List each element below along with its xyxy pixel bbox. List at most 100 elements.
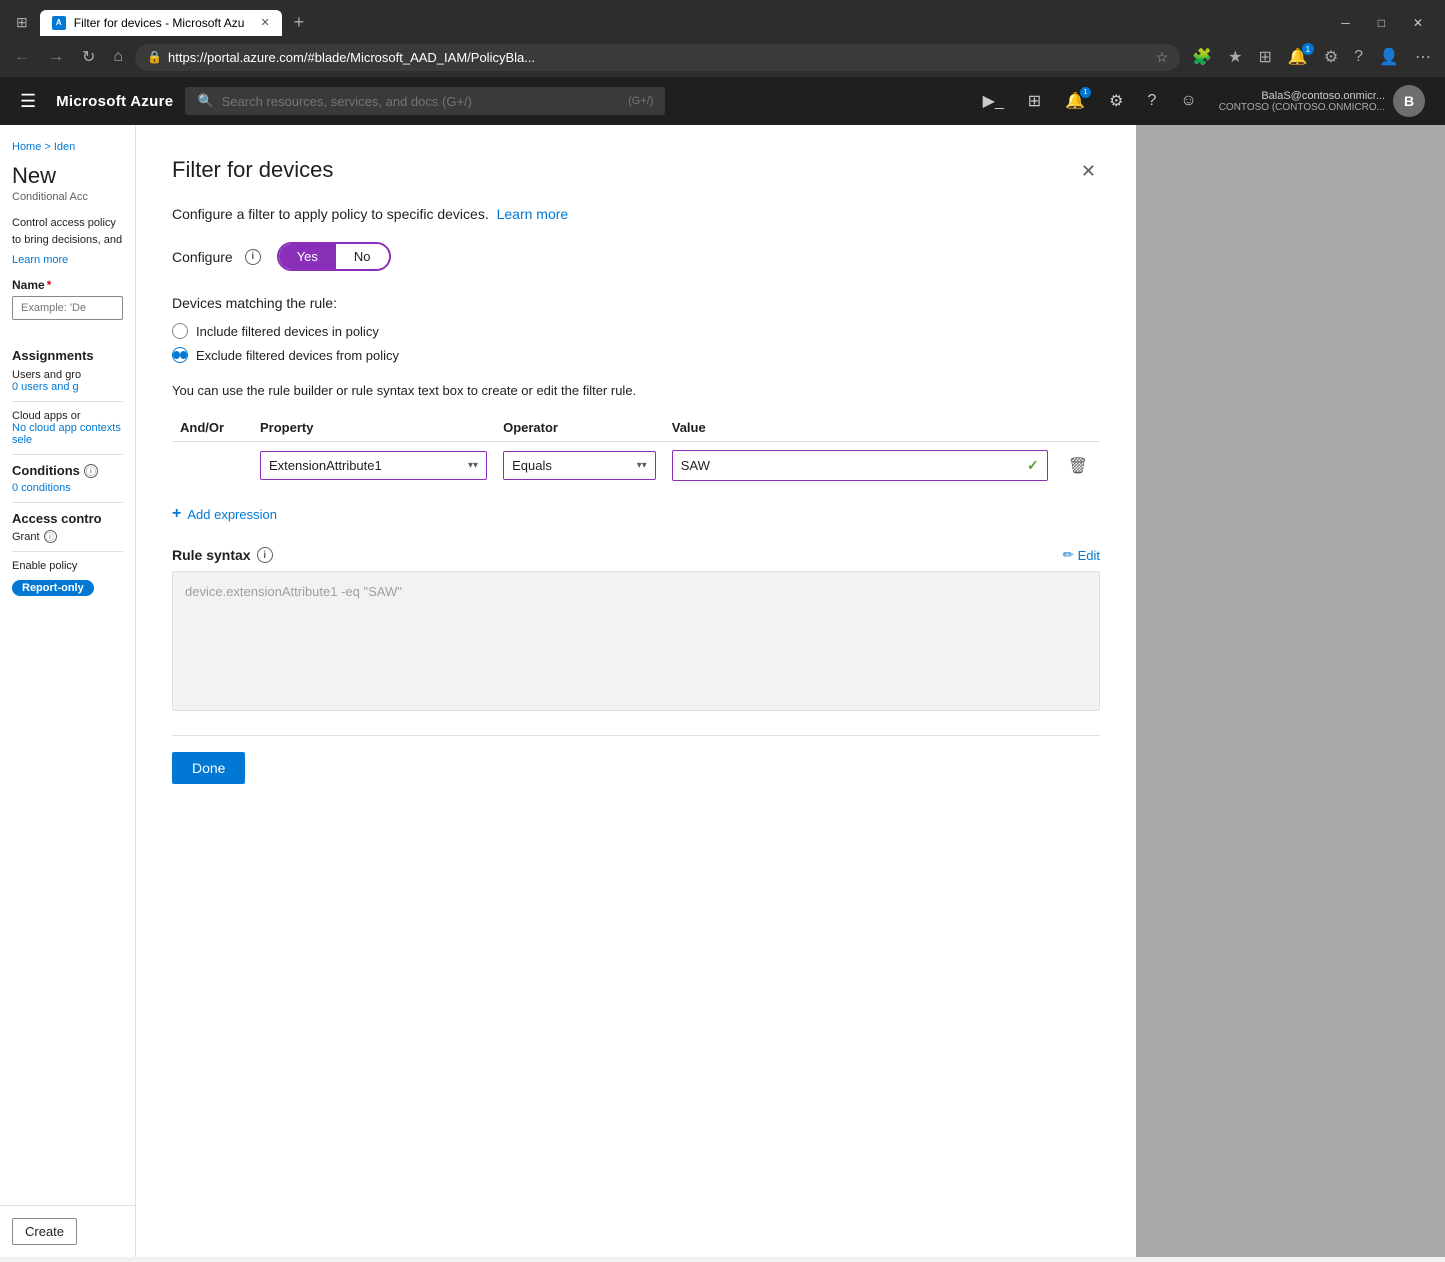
value-input-field[interactable]: SAW ✓ bbox=[672, 450, 1048, 481]
value-check-icon: ✓ bbox=[1027, 457, 1039, 474]
extensions-icon[interactable]: 🧩 bbox=[1186, 43, 1218, 71]
radio-exclude[interactable]: Exclude filtered devices from policy bbox=[172, 347, 1100, 363]
lock-icon: 🔒 bbox=[147, 50, 162, 64]
close-button[interactable]: ✕ bbox=[1399, 12, 1437, 34]
configure-info-icon[interactable]: i bbox=[245, 249, 261, 265]
refresh-button[interactable]: ↻ bbox=[76, 43, 101, 71]
notifications-icon[interactable]: 🔔 1 bbox=[1282, 43, 1314, 71]
cloud-apps-value[interactable]: No cloud app contexts sele bbox=[12, 422, 123, 446]
create-button[interactable]: Create bbox=[12, 1218, 77, 1245]
maximize-button[interactable]: □ bbox=[1364, 12, 1399, 34]
home-button[interactable]: ⌂ bbox=[107, 44, 129, 70]
feedback-icon[interactable]: 👤 bbox=[1373, 43, 1405, 71]
users-section[interactable]: Users and gro 0 users and g bbox=[12, 369, 123, 393]
operator-chevron-icon: ▾ bbox=[637, 460, 647, 471]
radio-exclude-circle[interactable] bbox=[172, 347, 188, 363]
property-chevron-icon: ▾ bbox=[468, 460, 478, 471]
user-tenant: CONTOSO (CONTOSO.ONMICRO... bbox=[1219, 102, 1385, 113]
help-topnav-icon[interactable]: ? bbox=[1137, 86, 1166, 116]
add-expression-button[interactable]: + Add expression bbox=[172, 501, 1100, 527]
col-header-actions bbox=[1056, 414, 1100, 442]
devices-matching-label: Devices matching the rule: bbox=[172, 295, 1100, 311]
left-description: Control access policy to bring decisions… bbox=[12, 215, 123, 248]
bookmark-icon[interactable]: ☆ bbox=[1156, 49, 1169, 66]
forward-button[interactable]: → bbox=[42, 44, 70, 70]
help-icon[interactable]: ? bbox=[1348, 44, 1369, 70]
hamburger-menu[interactable]: ☰ bbox=[12, 87, 44, 116]
left-learn-more-link[interactable]: Learn more bbox=[12, 254, 123, 266]
settings-icon[interactable]: ⚙ bbox=[1318, 43, 1344, 71]
more-options-icon[interactable]: ⋯ bbox=[1409, 43, 1437, 71]
new-tab-button[interactable]: + bbox=[286, 8, 313, 37]
sidebar-toggle-icon[interactable]: ⊞ bbox=[8, 10, 36, 35]
grant-info-icon: ⓘ bbox=[44, 530, 57, 543]
back-button[interactable]: ← bbox=[8, 44, 36, 70]
radio-include-label: Include filtered devices in policy bbox=[196, 324, 379, 339]
cloud-apps-section[interactable]: Cloud apps or No cloud app contexts sele bbox=[12, 410, 123, 446]
rule-syntax-label: Rule syntax i bbox=[172, 547, 281, 563]
edit-pencil-icon: ✏ bbox=[1063, 547, 1074, 563]
radio-group: Include filtered devices in policy Exclu… bbox=[172, 323, 1100, 371]
access-control-section: Access contro Grant ⓘ bbox=[12, 511, 123, 543]
delete-cell[interactable]: 🗑 bbox=[1056, 442, 1100, 490]
collections-icon[interactable]: ⊞ bbox=[1253, 43, 1278, 71]
operator-dropdown[interactable]: Equals ▾ bbox=[503, 451, 656, 480]
directory-icon[interactable]: ⊞ bbox=[1018, 85, 1051, 117]
configure-toggle[interactable]: Yes No bbox=[277, 242, 391, 271]
address-input[interactable] bbox=[168, 50, 1150, 65]
modal-close-button[interactable]: ✕ bbox=[1077, 157, 1100, 186]
toggle-yes-button[interactable]: Yes bbox=[279, 244, 336, 269]
breadcrumb: Home > Iden bbox=[12, 141, 123, 153]
tab-title: Filter for devices - Microsoft Azu bbox=[74, 16, 245, 30]
property-dropdown[interactable]: ExtensionAttribute1 ▾ bbox=[260, 451, 487, 480]
learn-more-link[interactable]: Learn more bbox=[497, 206, 569, 222]
edit-button[interactable]: ✏ Edit bbox=[1063, 547, 1100, 563]
name-required-star: * bbox=[47, 278, 52, 292]
configure-label: Configure bbox=[172, 249, 233, 265]
tab-close-icon[interactable]: ✕ bbox=[260, 16, 269, 29]
settings-topnav-icon[interactable]: ⚙ bbox=[1099, 85, 1133, 117]
property-cell[interactable]: ExtensionAttribute1 ▾ bbox=[252, 442, 495, 490]
policy-badge[interactable]: Report-only bbox=[12, 580, 94, 596]
search-shortcut: (G+/) bbox=[628, 95, 653, 107]
active-tab[interactable]: A Filter for devices - Microsoft Azu ✕ bbox=[40, 10, 282, 36]
delete-row-icon[interactable]: 🗑 bbox=[1064, 454, 1092, 479]
add-expression-plus-icon: + bbox=[172, 505, 181, 523]
radio-include-circle[interactable] bbox=[172, 323, 188, 339]
cloud-shell-icon[interactable]: ▶_ bbox=[973, 85, 1014, 117]
name-input[interactable] bbox=[12, 296, 123, 320]
minimize-button[interactable]: ─ bbox=[1327, 12, 1364, 34]
modal-description: Configure a filter to apply policy to sp… bbox=[172, 206, 1100, 222]
conditions-value[interactable]: 0 conditions bbox=[12, 482, 123, 494]
conditions-label: Conditions bbox=[12, 463, 80, 478]
operator-cell[interactable]: Equals ▾ bbox=[495, 442, 664, 490]
modal-panel: Filter for devices ✕ Configure a filter … bbox=[136, 125, 1136, 1257]
azure-search-input[interactable] bbox=[222, 94, 620, 109]
col-header-value: Value bbox=[664, 414, 1056, 442]
avatar: B bbox=[1393, 85, 1425, 117]
favorites-icon[interactable]: ★ bbox=[1222, 43, 1248, 71]
done-button[interactable]: Done bbox=[172, 752, 245, 784]
radio-include[interactable]: Include filtered devices in policy bbox=[172, 323, 1100, 339]
rule-syntax-box[interactable]: device.extensionAttribute1 -eq "SAW" bbox=[172, 571, 1100, 711]
conditions-info-icon: ⓘ bbox=[84, 464, 98, 478]
radio-exclude-label: Exclude filtered devices from policy bbox=[196, 348, 399, 363]
rule-syntax-info-icon[interactable]: i bbox=[257, 547, 273, 563]
users-value[interactable]: 0 users and g bbox=[12, 381, 123, 393]
conditions-section[interactable]: Conditions ⓘ 0 conditions bbox=[12, 463, 123, 494]
notification-count: 1 bbox=[1080, 87, 1091, 98]
modal-title: Filter for devices bbox=[172, 157, 333, 183]
page-subtitle: Conditional Acc bbox=[12, 191, 123, 203]
toggle-no-button[interactable]: No bbox=[336, 244, 389, 269]
add-expression-label: Add expression bbox=[187, 507, 277, 522]
user-account[interactable]: BalaS@contoso.onmicr... CONTOSO (CONTOSO… bbox=[1211, 81, 1433, 121]
users-label: Users and gro bbox=[12, 369, 123, 381]
table-row: ExtensionAttribute1 ▾ Equals ▾ bbox=[172, 442, 1100, 490]
rule-syntax-text: device.extensionAttribute1 -eq "SAW" bbox=[185, 584, 402, 599]
name-label: Name bbox=[12, 278, 45, 292]
radio-selected-dot bbox=[173, 351, 180, 359]
feedback-topnav-icon[interactable]: ☺ bbox=[1170, 86, 1206, 116]
notifications-topnav-icon[interactable]: 🔔 1 bbox=[1055, 85, 1095, 117]
value-cell[interactable]: SAW ✓ bbox=[664, 442, 1056, 490]
enable-policy-label: Enable policy bbox=[12, 560, 123, 572]
